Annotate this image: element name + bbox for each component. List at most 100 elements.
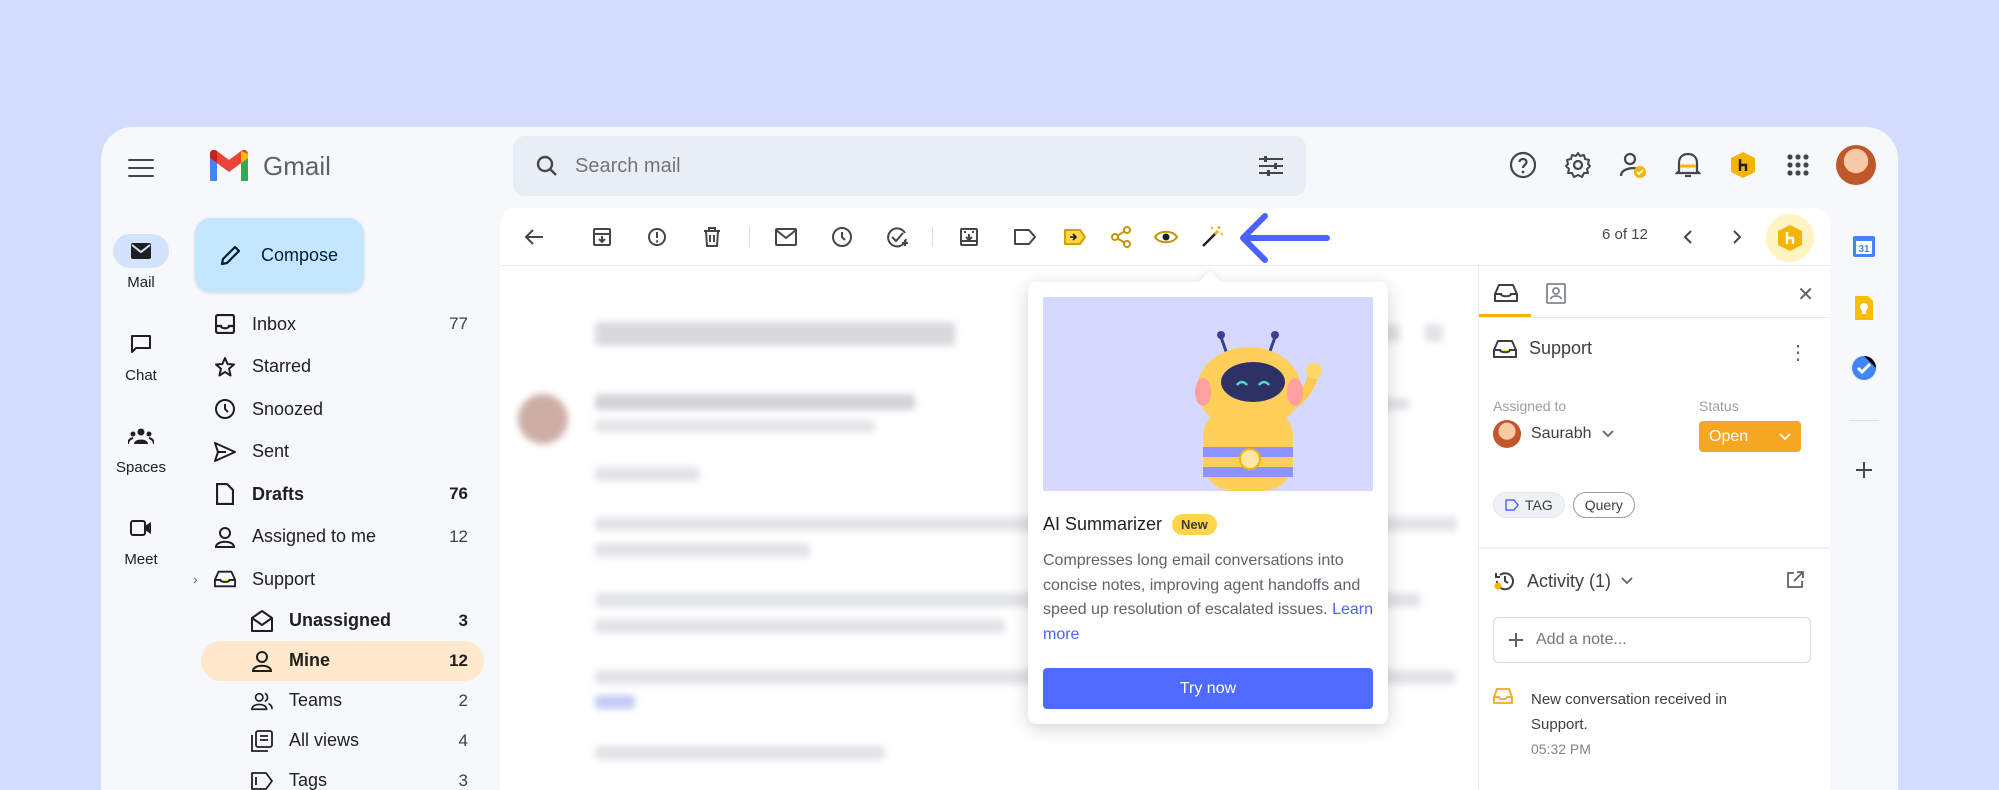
nav-item-mine[interactable]: Mine 12 <box>201 640 484 681</box>
nav-count: 3 <box>458 770 468 790</box>
apps-grid-icon[interactable] <box>1781 148 1815 182</box>
divider <box>1479 547 1830 549</box>
view-icon[interactable] <box>1154 225 1178 249</box>
nav-count: 12 <box>449 650 468 670</box>
nav-count: 77 <box>449 314 468 334</box>
status-label: Status <box>1699 398 1739 414</box>
settings-icon[interactable] <box>1561 148 1595 182</box>
close-panel-icon[interactable]: ✕ <box>1797 282 1814 307</box>
back-arrow-icon[interactable] <box>522 225 546 249</box>
assignee-dropdown[interactable]: Saurabh <box>1493 420 1614 448</box>
move-to-icon[interactable] <box>957 225 981 249</box>
notifications-icon[interactable] <box>1671 148 1705 182</box>
nav-label: Starred <box>252 356 312 377</box>
search-bar[interactable] <box>513 136 1306 196</box>
popup-title-row: AI Summarizer New <box>1043 514 1217 535</box>
nav-item-starred[interactable]: Starred <box>201 346 484 389</box>
activity-header[interactable]: Activity (1) <box>1493 569 1633 593</box>
more-options-icon[interactable]: ⋮ <box>1788 340 1808 365</box>
delete-icon[interactable] <box>700 225 724 249</box>
support-inbox-icon <box>1493 339 1517 358</box>
agent-status-icon[interactable] <box>1616 148 1650 182</box>
tag-chip[interactable]: Query <box>1572 492 1635 518</box>
person-icon <box>214 526 236 548</box>
hiver-tag-icon[interactable] <box>1063 225 1087 249</box>
inbox-name: Support <box>1529 338 1593 358</box>
meet-icon <box>130 520 151 536</box>
add-task-icon[interactable] <box>886 225 910 249</box>
archive-icon[interactable] <box>590 225 614 249</box>
nav-label: Assigned to me <box>252 526 377 547</box>
pointer-arrow-icon <box>1240 213 1330 263</box>
open-mail-icon <box>251 609 273 632</box>
gmail-logo[interactable]: Gmail <box>207 149 331 183</box>
mark-unread-icon[interactable] <box>774 225 798 249</box>
filter-options-icon[interactable] <box>1258 155 1284 177</box>
report-spam-icon[interactable] <box>645 225 669 249</box>
event-time: 05:32 PM <box>1531 741 1591 757</box>
pencil-icon <box>220 245 241 266</box>
tab-conversation[interactable] <box>1493 280 1519 306</box>
nav-label: Tags <box>289 770 328 790</box>
nav-count: 2 <box>458 690 468 710</box>
add-addon-icon[interactable] <box>1851 457 1877 483</box>
mail-icon <box>131 243 151 259</box>
spaces-icon <box>128 428 154 445</box>
magic-wand-icon[interactable] <box>1200 225 1224 249</box>
expand-chevron-icon[interactable]: › <box>193 571 198 587</box>
nav-label: Inbox <box>252 313 297 334</box>
nav-label: Unassigned <box>289 610 392 630</box>
note-input[interactable] <box>1536 631 1796 649</box>
popup-description: Compresses long email conversations into… <box>1043 549 1373 647</box>
nav-item-tags[interactable]: Tags 3 <box>201 761 484 790</box>
main-menu-icon[interactable] <box>128 159 154 179</box>
search-input[interactable] <box>575 154 1258 178</box>
active-tab-indicator <box>1479 314 1531 317</box>
keep-icon[interactable] <box>1851 295 1877 321</box>
rail-item-meet[interactable]: Meet <box>101 511 181 568</box>
folder-list: Inbox 77 Starred Snoozed Sent Drafts 76 … <box>193 303 484 790</box>
calendar-icon[interactable]: 31 <box>1851 233 1877 259</box>
nav-item-sent[interactable]: Sent <box>201 431 484 474</box>
rail-label: Chat <box>125 367 157 384</box>
try-now-button[interactable]: Try now <box>1043 668 1373 709</box>
tasks-icon[interactable] <box>1851 355 1877 381</box>
tab-contact[interactable] <box>1543 280 1569 306</box>
hiver-extension-icon[interactable] <box>1726 148 1760 182</box>
nav-item-assigned-to-me[interactable]: Assigned to me 12 <box>201 516 484 559</box>
nav-item-unassigned[interactable]: Unassigned 3 <box>201 601 484 641</box>
open-external-icon[interactable] <box>1786 571 1804 594</box>
app-name: Gmail <box>263 150 331 181</box>
nav-item-drafts[interactable]: Drafts 76 <box>201 473 484 516</box>
label-icon[interactable] <box>1013 225 1037 249</box>
nav-item-support[interactable]: › Support <box>193 558 484 601</box>
status-dropdown[interactable]: Open <box>1699 421 1801 452</box>
tag-icon <box>251 770 273 790</box>
rail-item-spaces[interactable]: Spaces <box>101 419 181 476</box>
nav-item-all-views[interactable]: All views 4 <box>201 721 484 761</box>
add-note-field[interactable] <box>1493 617 1811 663</box>
share-icon[interactable] <box>1109 225 1133 249</box>
compose-button[interactable]: Compose <box>195 218 364 292</box>
hiver-sidebar-toggle[interactable] <box>1766 214 1814 262</box>
gmail-m-icon <box>210 150 248 181</box>
previous-chevron-icon[interactable] <box>1676 225 1700 249</box>
nav-item-teams[interactable]: Teams 2 <box>201 681 484 721</box>
snooze-icon[interactable] <box>830 225 854 249</box>
nav-item-inbox[interactable]: Inbox 77 <box>201 303 484 346</box>
search-icon <box>536 155 557 176</box>
app-rail: Mail Chat Spaces Meet <box>101 127 181 790</box>
tag-chip[interactable]: TAG <box>1493 492 1565 518</box>
send-icon <box>214 441 236 463</box>
rail-item-mail[interactable]: Mail <box>101 234 181 291</box>
rail-item-chat[interactable]: Chat <box>101 327 181 384</box>
nav-label: Teams <box>289 690 343 710</box>
star-icon <box>214 356 236 378</box>
tag-chip-label: Query <box>1584 497 1623 513</box>
nav-item-snoozed[interactable]: Snoozed <box>201 388 484 431</box>
views-icon <box>251 729 273 752</box>
next-chevron-icon[interactable] <box>1725 225 1749 249</box>
hiver-logo-icon <box>1778 225 1802 251</box>
gmail-window: Mail Chat Spaces Meet Gmail Search mail … <box>101 127 1898 790</box>
help-icon[interactable] <box>1506 148 1540 182</box>
